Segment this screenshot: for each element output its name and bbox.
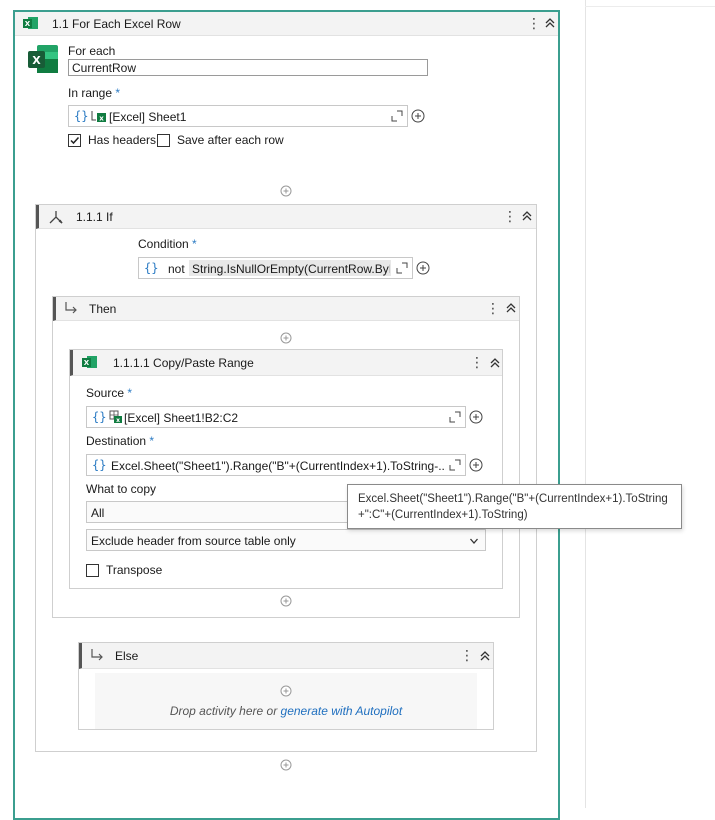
in-range-value: [Excel] Sheet1 bbox=[109, 110, 187, 124]
excel-large-icon: X bbox=[28, 45, 58, 73]
else-title: Else bbox=[115, 649, 139, 663]
svg-text:X: X bbox=[32, 54, 41, 67]
transpose-label: Transpose bbox=[106, 563, 163, 577]
required-marker: * bbox=[115, 86, 121, 100]
in-range-plus-icon[interactable] bbox=[411, 109, 425, 123]
then-menu-icon[interactable]: ⋮ bbox=[486, 300, 500, 316]
drop-activity-hint: Drop activity here or generate with Auto… bbox=[95, 704, 477, 718]
source-label: Source * bbox=[86, 386, 132, 400]
for-each-variable-value: CurrentRow bbox=[72, 61, 137, 75]
else-menu-icon[interactable]: ⋮ bbox=[460, 647, 474, 663]
copy-paste-title: 1.1.1.1 Copy/Paste Range bbox=[113, 356, 254, 370]
for-each-menu-icon[interactable]: ⋮ bbox=[527, 15, 541, 31]
copy-paste-collapse-icon[interactable] bbox=[488, 356, 502, 370]
right-pane-divider bbox=[585, 0, 586, 808]
expand-editor-icon[interactable] bbox=[449, 411, 461, 423]
destination-label-text: Destination bbox=[86, 434, 147, 448]
excel-small-icon: X bbox=[23, 17, 38, 29]
tooltip-line-1: Excel.Sheet("Sheet1").Range("B"+(Current… bbox=[358, 493, 668, 505]
destination-tooltip: Excel.Sheet("Sheet1").Range("B"+(Current… bbox=[347, 484, 682, 529]
add-activity-icon[interactable] bbox=[280, 595, 292, 607]
checkmark-icon bbox=[70, 136, 80, 145]
in-range-input[interactable]: {} x [Excel] Sheet1 bbox=[68, 105, 408, 127]
source-input[interactable]: {} x [Excel] Sheet1!B2:C2 bbox=[86, 406, 466, 428]
expand-editor-icon[interactable] bbox=[391, 110, 403, 122]
if-branch-icon bbox=[49, 211, 63, 224]
required-marker: * bbox=[149, 434, 155, 448]
drop-hint-text: Drop activity here or bbox=[169, 704, 278, 718]
source-label-text: Source bbox=[86, 386, 125, 400]
svg-text:X: X bbox=[84, 359, 90, 367]
transpose-checkbox[interactable] bbox=[86, 564, 99, 577]
header-option-value: Exclude header from source table only bbox=[91, 534, 296, 548]
in-range-label-text: In range bbox=[68, 86, 113, 100]
expression-braces-icon: {} bbox=[92, 458, 107, 472]
what-to-copy-label: What to copy bbox=[86, 482, 157, 496]
condition-plus-icon[interactable] bbox=[416, 261, 430, 275]
if-collapse-icon[interactable] bbox=[520, 209, 534, 223]
then-collapse-icon[interactable] bbox=[504, 301, 518, 315]
source-value: [Excel] Sheet1!B2:C2 bbox=[124, 411, 239, 425]
else-drop-zone[interactable]: Drop activity here or generate with Auto… bbox=[95, 673, 477, 729]
has-headers-label: Has headers bbox=[88, 133, 157, 147]
chevron-down-icon bbox=[470, 538, 478, 544]
header-option-select[interactable]: Exclude header from source table only bbox=[86, 529, 486, 551]
then-title: Then bbox=[89, 302, 117, 316]
copy-paste-header[interactable]: X 1.1.1.1 Copy/Paste Range ⋮ bbox=[70, 350, 502, 376]
condition-input[interactable]: {} not String.IsNullOrEmpty(CurrentRow.B… bbox=[138, 257, 413, 279]
destination-value: Excel.Sheet("Sheet1").Range("B"+(Current… bbox=[111, 459, 446, 473]
copy-paste-menu-icon[interactable]: ⋮ bbox=[470, 354, 484, 370]
else-header[interactable]: Else ⋮ bbox=[79, 643, 493, 669]
in-range-label: In range * bbox=[68, 86, 120, 100]
expand-editor-icon[interactable] bbox=[396, 262, 408, 274]
expand-editor-icon[interactable] bbox=[449, 459, 461, 471]
for-each-title: 1.1 For Each Excel Row bbox=[52, 17, 181, 31]
add-activity-icon[interactable] bbox=[280, 685, 292, 697]
destination-input[interactable]: {} Excel.Sheet("Sheet1").Range("B"+(Curr… bbox=[86, 454, 466, 476]
for-each-collapse-icon[interactable] bbox=[543, 16, 557, 30]
excel-sheet-icon: x bbox=[91, 111, 106, 123]
expression-braces-icon: {} bbox=[74, 109, 89, 123]
expression-braces-icon: {} bbox=[144, 261, 159, 275]
if-header[interactable]: 1.1.1 If ⋮ bbox=[36, 205, 536, 229]
what-to-copy-value: All bbox=[91, 506, 105, 520]
required-marker: * bbox=[127, 386, 133, 400]
required-marker: * bbox=[192, 237, 197, 251]
save-after-each-row-checkbox[interactable] bbox=[157, 134, 170, 147]
if-title: 1.1.1 If bbox=[76, 210, 113, 224]
add-activity-icon[interactable] bbox=[280, 332, 292, 344]
destination-plus-icon[interactable] bbox=[469, 458, 483, 472]
expression-braces-icon: {} bbox=[92, 410, 107, 424]
condition-label-text: Condition bbox=[138, 237, 189, 251]
svg-text:X: X bbox=[25, 20, 31, 28]
destination-label: Destination * bbox=[86, 434, 154, 448]
svg-text:x: x bbox=[99, 115, 104, 123]
branch-arrow-icon bbox=[65, 302, 77, 314]
if-menu-icon[interactable]: ⋮ bbox=[503, 208, 517, 224]
source-plus-icon[interactable] bbox=[469, 410, 483, 424]
add-activity-icon[interactable] bbox=[280, 759, 292, 771]
condition-prefix: not bbox=[168, 262, 185, 276]
then-header[interactable]: Then ⋮ bbox=[53, 297, 519, 321]
svg-text:x: x bbox=[116, 417, 120, 424]
condition-label: Condition * bbox=[138, 237, 197, 251]
excel-range-icon: x bbox=[109, 410, 122, 424]
branch-arrow-icon bbox=[91, 649, 103, 661]
add-activity-icon[interactable] bbox=[280, 185, 292, 197]
else-collapse-icon[interactable] bbox=[478, 649, 492, 663]
top-divider bbox=[585, 6, 715, 7]
condition-value: String.IsNullOrEmpty(CurrentRow.ByI bbox=[192, 262, 390, 276]
has-headers-checkbox[interactable] bbox=[68, 134, 81, 147]
generate-with-autopilot-link[interactable]: generate with Autopilot bbox=[281, 704, 403, 718]
for-each-label: For each bbox=[68, 44, 116, 58]
excel-small-icon: X bbox=[82, 356, 97, 368]
save-after-each-row-label: Save after each row bbox=[177, 133, 284, 147]
tooltip-line-2: +":C"+(CurrentIndex+1).ToString) bbox=[358, 509, 528, 521]
for-each-header[interactable]: X 1.1 For Each Excel Row ⋮ bbox=[15, 12, 558, 36]
for-each-variable-input[interactable]: CurrentRow bbox=[68, 59, 428, 76]
